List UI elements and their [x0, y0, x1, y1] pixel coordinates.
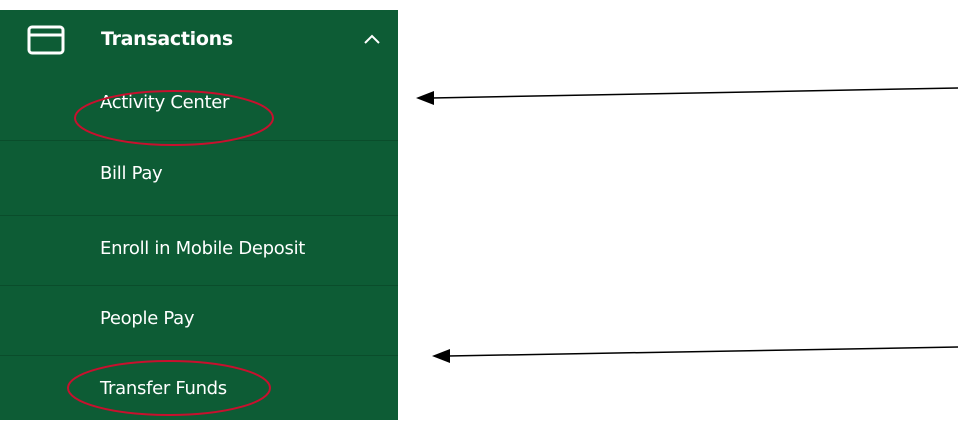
sidebar-item-activity-center[interactable]: Activity Center	[0, 70, 398, 140]
sidebar-item-label: Transfer Funds	[100, 378, 227, 399]
annotation-arrow-line-top	[431, 87, 959, 99]
annotation-arrowhead-top	[416, 91, 434, 105]
sidebar-nav: Transactions Activity Center Bill Pay En…	[0, 10, 398, 420]
transactions-section-header[interactable]: Transactions	[0, 10, 398, 70]
sidebar-item-label: People Pay	[100, 308, 195, 329]
sidebar-item-label: Activity Center	[100, 92, 230, 113]
annotation-arrowhead-bottom	[432, 349, 450, 363]
sidebar-item-people-pay[interactable]: People Pay	[0, 286, 398, 356]
sidebar-item-label: Bill Pay	[100, 163, 163, 184]
chevron-up-icon[interactable]	[362, 32, 382, 46]
transactions-section-label: Transactions	[101, 28, 233, 50]
sidebar-item-label: Enroll in Mobile Deposit	[100, 238, 306, 259]
sidebar-item-enroll-mobile-deposit[interactable]: Enroll in Mobile Deposit	[0, 216, 398, 286]
sidebar-item-bill-pay[interactable]: Bill Pay	[0, 141, 398, 211]
sidebar-item-transfer-funds[interactable]: Transfer Funds	[0, 356, 398, 426]
annotation-arrow-line-bottom	[447, 346, 959, 357]
credit-card-icon	[27, 25, 65, 55]
